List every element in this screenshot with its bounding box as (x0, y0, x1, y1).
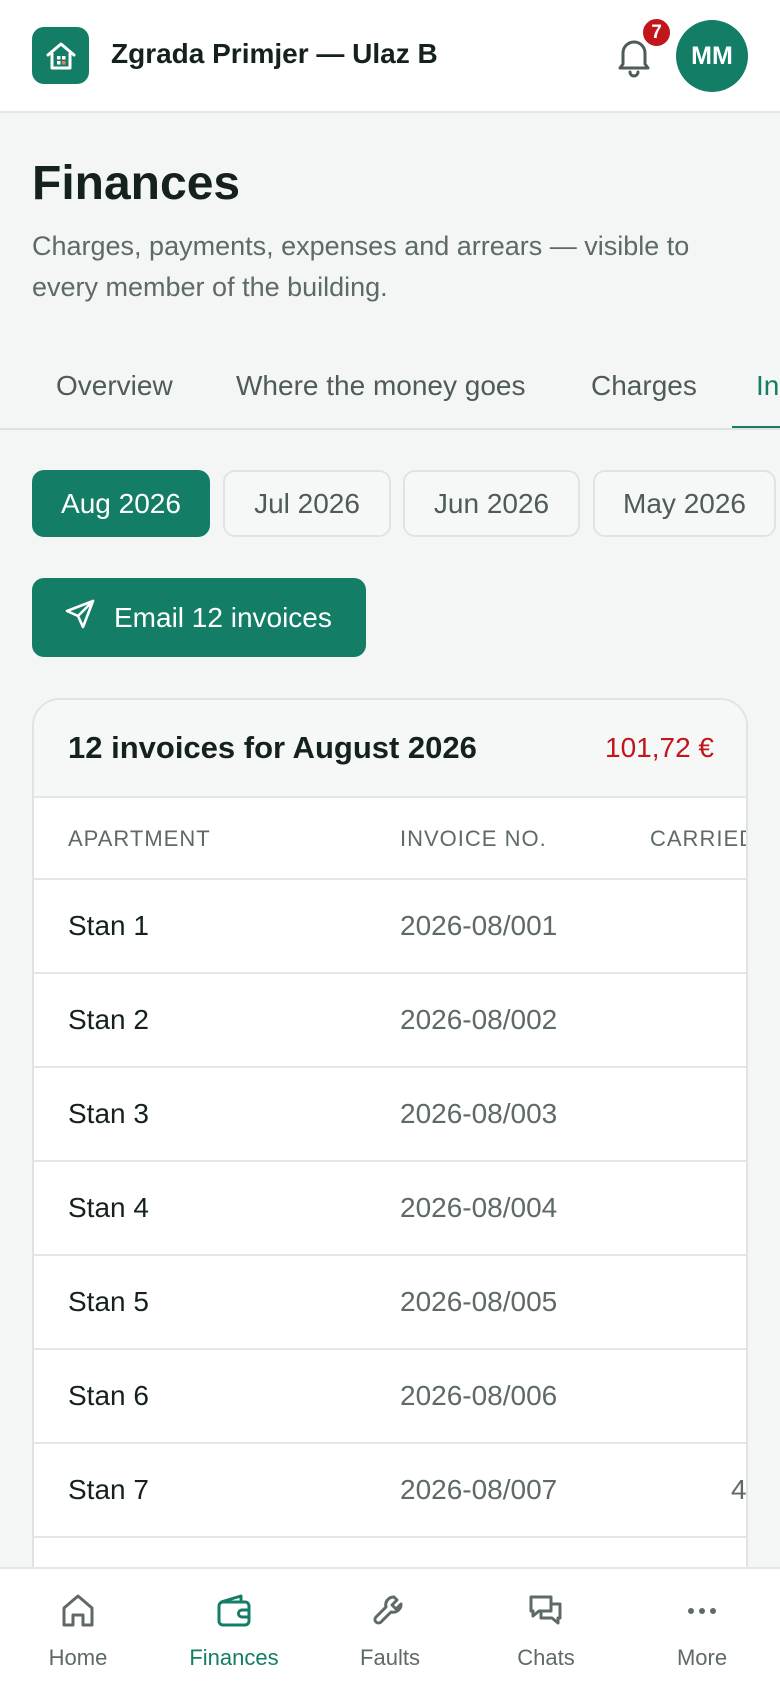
chat-icon (524, 1589, 568, 1633)
month-selector: Aug 2026 Jul 2026 Jun 2026 May 2026 (0, 470, 780, 538)
apartment-cell: Stan 1 (68, 910, 149, 941)
nav-more[interactable]: More (624, 1569, 780, 1688)
email-invoices-label: Email 12 invoices (114, 601, 332, 633)
wrench-icon (368, 1589, 412, 1633)
column-header-invoice-no: INVOICE NO. (400, 826, 547, 851)
home-icon (56, 1589, 100, 1633)
tab-where-the-money-goes[interactable]: Where the money goes (236, 370, 526, 402)
nav-finances[interactable]: Finances (156, 1569, 312, 1688)
invoice-number-cell: 2026-08/002 (400, 1004, 558, 1035)
top-bar: Zgrada Primjer — Ulaz B 7 MM (0, 0, 780, 113)
table-row[interactable]: Stan 3 2026-08/003 (34, 1068, 746, 1162)
apartment-cell: Stan 7 (68, 1474, 149, 1505)
table-row[interactable]: Stan 1 2026-08/001 (34, 880, 746, 974)
avatar[interactable]: MM (676, 20, 748, 92)
wallet-icon (212, 1589, 256, 1633)
nav-finances-label: Finances (189, 1645, 279, 1670)
nav-chats-label: Chats (517, 1645, 575, 1670)
invoices-card-title: 12 invoices for August 2026 (68, 730, 477, 765)
month-chip-jul-2026[interactable]: Jul 2026 (223, 470, 391, 537)
building-name[interactable]: Zgrada Primjer — Ulaz B (111, 38, 438, 70)
carried-cell: 4 (731, 1474, 747, 1505)
email-invoices-button[interactable]: Email 12 invoices (32, 578, 366, 657)
nav-faults[interactable]: Faults (312, 1569, 468, 1688)
invoices-total: 101,72 € (605, 732, 714, 763)
send-icon (64, 598, 96, 637)
column-header-apartment: APARTMENT (68, 826, 211, 851)
table-row[interactable]: Stan 7 2026-08/007 4 (34, 1444, 746, 1538)
month-chip-aug-2026[interactable]: Aug 2026 (32, 470, 210, 537)
invoice-number-cell: 2026-08/006 (400, 1380, 558, 1411)
page-title: Finances (32, 157, 241, 210)
apartment-cell: Stan 2 (68, 1004, 149, 1035)
invoice-number-cell: 2026-08/004 (400, 1192, 558, 1223)
table-header: APARTMENT INVOICE NO. CARRIED (34, 798, 746, 880)
table-row[interactable]: Stan 2 2026-08/002 (34, 974, 746, 1068)
more-icon (680, 1589, 724, 1633)
invoices-card: 12 invoices for August 2026 101,72 € APA… (32, 698, 748, 1688)
nav-more-label: More (676, 1645, 728, 1670)
notification-badge: 7 (640, 16, 673, 49)
finance-tabs: Overview Where the money goes Charges In (0, 360, 780, 430)
invoice-number-cell: 2026-08/007 (400, 1474, 558, 1505)
table-row[interactable]: Stan 6 2026-08/006 (34, 1350, 746, 1444)
apartment-cell: Stan 3 (68, 1098, 149, 1129)
invoices-card-header: 12 invoices for August 2026 101,72 € (34, 700, 746, 798)
bottom-nav: Home Finances Faults Chats More (0, 1567, 780, 1688)
tab-invoices[interactable]: In (756, 370, 779, 402)
invoice-number-cell: 2026-08/003 (400, 1098, 558, 1129)
nav-chats[interactable]: Chats (468, 1569, 624, 1688)
apartment-cell: Stan 6 (68, 1380, 149, 1411)
nav-home-label: Home (48, 1645, 108, 1670)
nav-home[interactable]: Home (0, 1569, 156, 1688)
table-row[interactable]: Stan 5 2026-08/005 (34, 1256, 746, 1350)
table-row[interactable]: Stan 4 2026-08/004 (34, 1162, 746, 1256)
month-chip-may-2026[interactable]: May 2026 (593, 470, 776, 537)
active-tab-indicator (732, 426, 780, 428)
apartment-cell: Stan 4 (68, 1192, 149, 1223)
month-chip-jun-2026[interactable]: Jun 2026 (403, 470, 580, 537)
nav-faults-label: Faults (360, 1645, 420, 1670)
column-header-carried: CARRIED (650, 826, 748, 851)
building-logo-icon[interactable] (32, 27, 89, 84)
tab-overview[interactable]: Overview (56, 370, 173, 402)
tab-charges[interactable]: Charges (591, 370, 697, 402)
apartment-cell: Stan 5 (68, 1286, 149, 1317)
invoice-number-cell: 2026-08/001 (400, 910, 558, 941)
invoice-number-cell: 2026-08/005 (400, 1286, 558, 1317)
page-subtitle: Charges, payments, expenses and arrears … (32, 231, 690, 302)
